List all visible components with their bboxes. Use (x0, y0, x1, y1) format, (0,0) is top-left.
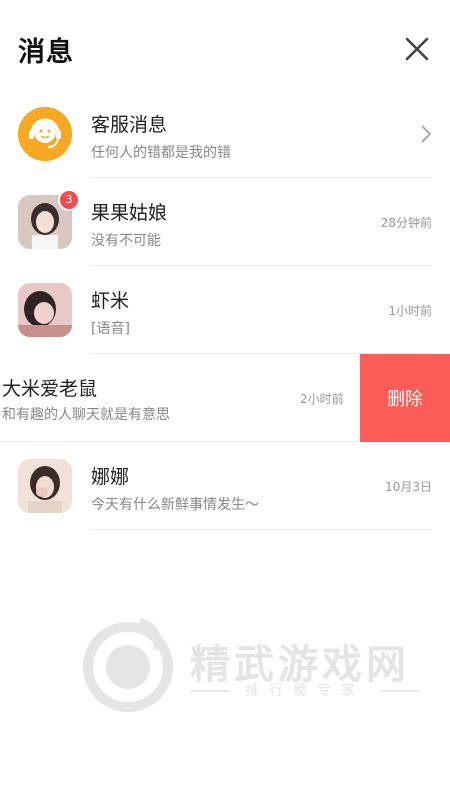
conversation-list: 客服消息 任何人的错都是我的错 3 果果姑娘 没有不可能 28分钟前 虾米 [语… (0, 90, 450, 530)
conversation-time: 2小时前 (300, 392, 344, 406)
chevron-right-icon (421, 125, 432, 143)
delete-button[interactable]: 删除 (360, 354, 450, 442)
conversation-name: 大米爱老鼠 (2, 378, 98, 400)
conversation-preview: 任何人的错都是我的错 (91, 145, 231, 161)
conversation-name: 客服消息 (91, 114, 168, 136)
conversation-preview: [语音] (91, 321, 130, 337)
close-button[interactable] (404, 36, 430, 62)
conversation-time: 1小时前 (388, 304, 432, 318)
avatar (18, 283, 72, 337)
conversation-preview: 和有趣的人聊天就是有意思 (2, 407, 170, 423)
divider (380, 690, 420, 692)
swiped-content[interactable]: 大米爱老鼠 和有趣的人聊天就是有意思 2小时前 (0, 354, 360, 442)
avatar (18, 459, 72, 513)
header: 消息 (0, 0, 450, 100)
watermark-logo-icon (83, 618, 173, 712)
conversation-name: 虾米 (91, 290, 130, 312)
conversation-preview: 今天有什么新鲜事情发生～ (91, 497, 259, 513)
headset-icon (18, 107, 72, 161)
unread-badge: 3 (58, 189, 80, 211)
avatar: 3 (18, 189, 80, 249)
conversation-name: 果果姑娘 (91, 202, 168, 224)
list-item[interactable]: 客服消息 任何人的错都是我的错 (0, 90, 450, 178)
list-item[interactable]: 3 果果姑娘 没有不可能 28分钟前 (0, 178, 450, 266)
conversation-preview: 没有不可能 (91, 233, 161, 249)
conversation-time: 10月3日 (385, 480, 432, 494)
list-item-swiped[interactable]: 大米爱老鼠 和有趣的人聊天就是有意思 2小时前 删除 (0, 354, 450, 442)
conversation-name: 娜娜 (91, 466, 130, 488)
watermark: 精武游戏网 排行榜专家 (80, 612, 425, 722)
list-item[interactable]: 娜娜 今天有什么新鲜事情发生～ 10月3日 (0, 442, 450, 530)
conversation-time: 28分钟前 (380, 216, 432, 230)
user-photo (18, 459, 72, 513)
list-item[interactable]: 虾米 [语音] 1小时前 (0, 266, 450, 354)
avatar (18, 107, 72, 161)
divider (90, 529, 432, 530)
user-photo (18, 283, 72, 337)
close-icon (405, 37, 429, 61)
page-title: 消息 (18, 37, 74, 68)
